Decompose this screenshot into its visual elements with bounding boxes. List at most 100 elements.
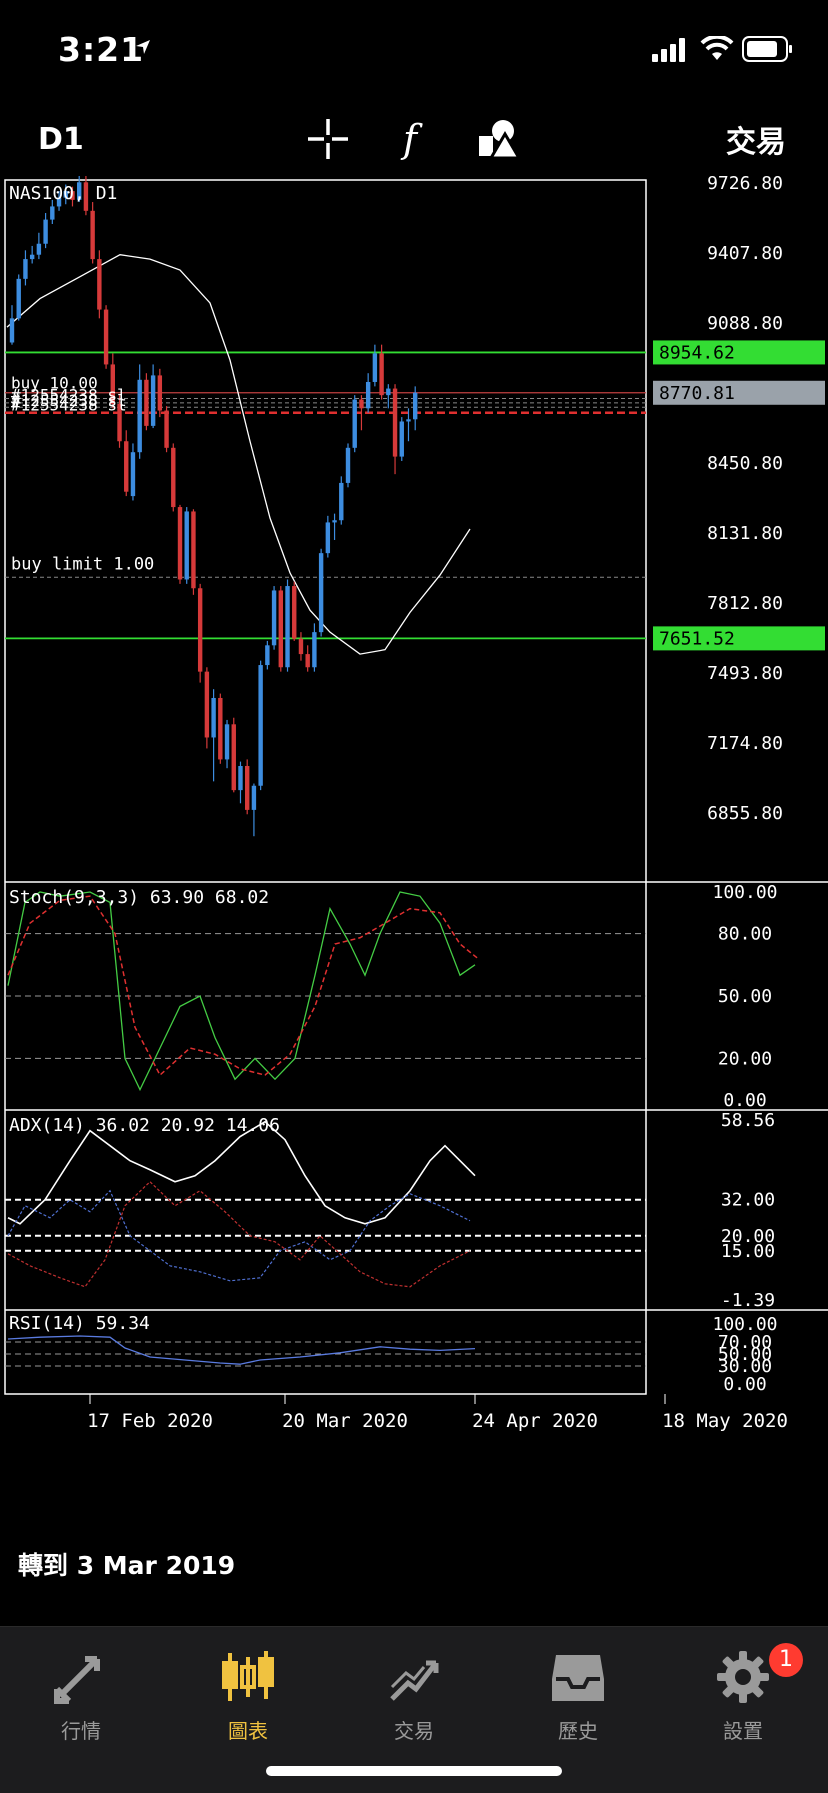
candle-body [386, 388, 391, 396]
candle-body [379, 353, 384, 396]
candle-body [325, 522, 331, 554]
candle-body [271, 590, 277, 646]
candle-body [211, 697, 216, 738]
price-tick-label: 9407.80 [707, 243, 783, 264]
tab-history-label: 歷史 [558, 1719, 598, 1743]
trade-icon [390, 1660, 439, 1701]
chart-icon [222, 1651, 274, 1701]
candle-body [352, 399, 357, 448]
candle-body [413, 392, 418, 420]
chart-toolbar: D1 f 交易 [0, 100, 828, 180]
candle-body [298, 638, 304, 655]
candle-body [171, 447, 176, 508]
crosshair-button[interactable] [300, 114, 356, 164]
candle-body [231, 724, 236, 791]
candle-body [238, 765, 243, 791]
candle-body [312, 632, 317, 668]
price-chart[interactable]: 9726.80 9407.80 9088.80 8450.80 8131.80 7812.… [0, 176, 828, 1620]
stoch-tick-label: 50.00 [718, 986, 772, 1007]
tab-chart[interactable]: 圖表 [188, 1641, 308, 1743]
candle-body [245, 765, 250, 810]
wifi-icon [700, 36, 734, 60]
order-label: #12554238 sl [11, 396, 127, 415]
tab-quotes[interactable]: 行情 [21, 1641, 141, 1743]
candle-body [16, 278, 21, 319]
rsi-title: RSI(14) 59.34 [9, 1313, 150, 1334]
status-bar: 3:21 [0, 0, 828, 100]
stoch-title: Stoch(9,3,3) 63.90 68.02 [9, 887, 269, 908]
price-tick-label: 9088.80 [707, 313, 783, 334]
candle-body [224, 724, 230, 760]
candle-body [130, 452, 136, 497]
candle-body [292, 586, 297, 639]
candle-body [9, 318, 15, 343]
candle-body [164, 410, 169, 448]
tab-settings-label: 設置 [723, 1719, 763, 1743]
price-tick-label: 7812.80 [707, 593, 783, 614]
signal-icon [652, 38, 685, 62]
candle-body [365, 381, 371, 409]
location-arrow-icon [136, 40, 150, 54]
history-icon [552, 1655, 604, 1701]
candle-body [90, 210, 95, 260]
jump-to-date-label[interactable]: 轉到 3 Mar 2019 [18, 1546, 235, 1582]
tab-quotes-label: 行情 [61, 1719, 101, 1743]
candle-body [305, 654, 310, 668]
status-time: 3:21 [58, 30, 145, 69]
tab-trade-label: 交易 [394, 1719, 434, 1743]
price-tick-label: 7493.80 [707, 663, 783, 684]
candle-body [204, 671, 210, 738]
candle-body [197, 588, 203, 672]
candle-body [285, 586, 290, 668]
adx-tick-label: 32.00 [721, 1190, 775, 1211]
date-tick-label: 18 May 2020 [662, 1410, 788, 1432]
objects-button[interactable] [470, 114, 526, 164]
candle-body [191, 511, 196, 589]
adx-main-line [7, 1120, 476, 1225]
adx-tick-label: -1.39 [721, 1290, 775, 1311]
candle-body [406, 419, 411, 422]
candle-body [23, 259, 28, 279]
rsi-line [7, 1335, 476, 1365]
candle-body [345, 447, 351, 483]
tab-settings[interactable]: 1 設置 [683, 1641, 803, 1743]
tab-chart-label: 圖表 [228, 1719, 268, 1743]
candle-body [392, 388, 398, 457]
price-tick-label: 8131.80 [707, 523, 783, 544]
home-indicator [266, 1766, 562, 1776]
battery-icon [742, 36, 792, 62]
trade-button[interactable]: 交易 [716, 114, 796, 164]
candle-body [137, 379, 142, 453]
tab-history[interactable]: 歷史 [518, 1641, 638, 1743]
tab-trade[interactable]: 交易 [354, 1641, 474, 1743]
candle-body [399, 421, 404, 457]
candle-body [144, 379, 149, 426]
candle-body [124, 441, 129, 492]
price-level-tag-label: 8770.81 [659, 383, 735, 404]
adx-minus-di-line [7, 1180, 471, 1288]
settings-icon [717, 1651, 769, 1703]
price-tick-label: 7174.80 [707, 733, 783, 754]
candle-body [359, 399, 364, 409]
crosshair-icon [308, 119, 348, 159]
buy-limit-label: buy limit 1.00 [11, 554, 154, 574]
rsi-tick-label: 0.00 [723, 1374, 766, 1395]
candle-body [339, 482, 344, 521]
chart-frame [4, 179, 647, 1395]
function-icon: f [400, 117, 423, 161]
candle-body [372, 353, 378, 382]
candle-body [278, 590, 283, 668]
indicators-button[interactable]: f [382, 114, 438, 164]
date-tick-label: 20 Mar 2020 [282, 1410, 408, 1432]
stoch-k-line [7, 891, 476, 1092]
date-tick-label: 24 Apr 2020 [472, 1410, 598, 1432]
symbol-title: NAS100, D1 [9, 183, 117, 204]
candle-body [265, 645, 270, 666]
candle-body [251, 785, 257, 810]
candle-body [184, 511, 189, 580]
candle-body [50, 206, 55, 220]
timeframe-button[interactable]: D1 [38, 114, 98, 164]
svg-text:f: f [400, 117, 423, 161]
candle-body [218, 697, 223, 760]
stoch-tick-label: 100.00 [712, 882, 777, 903]
